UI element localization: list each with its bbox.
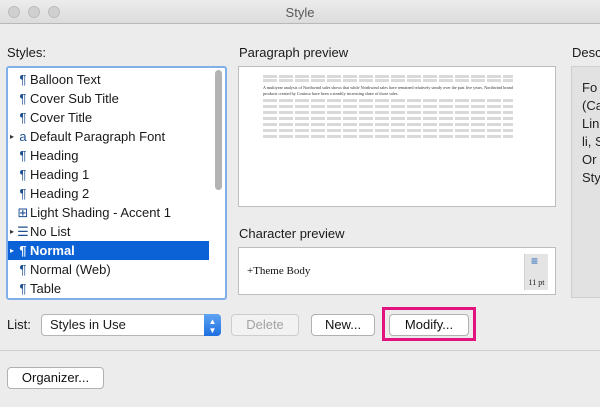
select-arrows-icon: ▲ ▼ [204, 314, 221, 336]
description-line: li, S [582, 134, 600, 149]
title-bar: Style [0, 0, 600, 24]
preview-following-paragraph-line [263, 105, 513, 108]
style-list-item-label: Normal (Web) [30, 262, 111, 277]
window-title: Style [285, 5, 315, 20]
style-dialog: Style Styles: Paragraph preview Desc ¶ Ba… [0, 0, 600, 407]
style-list-item[interactable]: ▸ ☰ No List [8, 222, 209, 241]
character-preview-label: Character preview [239, 226, 345, 241]
style-list-item[interactable]: ¶ Cover Title [8, 108, 209, 127]
preview-following-paragraph-line [263, 117, 513, 120]
description-line: Fo [582, 80, 598, 95]
preview-following-paragraph-line [263, 123, 513, 126]
style-list-item-label: Default Paragraph Font [30, 129, 166, 144]
style-list-item[interactable]: ¶ Normal (Web) [8, 260, 209, 279]
description-line: (Ca [582, 98, 600, 113]
description-line: Lin [582, 116, 600, 131]
description-label: Desc [572, 45, 600, 60]
dialog-separator [0, 350, 600, 351]
style-list-item[interactable]: ¶ Heading 2 [8, 184, 209, 203]
list-filter-value: Styles in Use [50, 317, 126, 332]
style-list-item[interactable]: ▸ a Default Paragraph Font [8, 127, 209, 146]
description-line: Or [582, 152, 597, 167]
style-list-item[interactable]: ¶ Table [8, 279, 209, 298]
style-list-item-label: Heading 1 [30, 167, 90, 182]
style-list-item[interactable]: ¶ Balloon Text [8, 70, 209, 89]
style-list-item-label: Light Shading - Accent 1 [30, 205, 171, 220]
styles-list-scrollbar[interactable] [212, 70, 224, 298]
style-list-item[interactable]: ¶ Cover Sub Title [8, 89, 209, 108]
preview-following-paragraph-line [263, 135, 513, 138]
font-info-panel: ≡ 11 pt [524, 254, 548, 290]
list-label: List: [7, 317, 31, 332]
organizer-button[interactable]: Organizer... [7, 367, 104, 389]
style-list-item-label: Balloon Text [30, 72, 101, 87]
new-button[interactable]: New... [311, 314, 375, 336]
list-filter-select[interactable]: Styles in Use ▲ ▼ [41, 314, 221, 336]
style-list-item[interactable]: ¶ Heading [8, 146, 209, 165]
description-box: Fo (Ca Lin li, S Or Sty [571, 66, 600, 298]
preview-following-paragraph-line [263, 99, 513, 102]
delete-button[interactable]: Delete [231, 314, 299, 336]
style-list-item-label: Cover Title [30, 110, 93, 125]
style-list-item[interactable]: ¶ Heading 1 [8, 165, 209, 184]
character-preview-sample-text: +Theme Body [247, 265, 311, 277]
style-list-item-label: Table [30, 281, 62, 296]
style-list-item-label: Heading [30, 148, 79, 163]
character-preview-box: +Theme Body ≡ 11 pt [238, 247, 556, 295]
scrollbar-thumb[interactable] [215, 70, 222, 190]
preview-previous-paragraph-line [263, 79, 513, 82]
preview-previous-paragraph-line [263, 75, 513, 78]
style-list-item-label: Cover Sub Title [30, 91, 119, 106]
paragraph-preview-box: A multiyear analysis of Northwind sales … [238, 66, 556, 207]
font-icon: ≡ [531, 254, 539, 268]
preview-following-paragraph-line [263, 111, 513, 114]
style-list-item-label: Normal [30, 243, 75, 258]
style-list-item-label: Heading 2 [30, 186, 90, 201]
styles-list[interactable]: ¶ Balloon Text ¶ Cover Sub Title ¶ Cover Titl… [6, 66, 227, 300]
paragraph-preview-sample-text: A multiyear analysis of Northwind sales … [263, 85, 513, 96]
style-list-item[interactable]: ▸ ¶ Normal [8, 241, 209, 260]
description-line: Sty [582, 170, 600, 185]
style-list-item-label: No List [30, 224, 71, 239]
styles-label: Styles: [7, 45, 47, 60]
preview-following-paragraph-line [263, 129, 513, 132]
font-size-readout: 11 pt [528, 278, 545, 287]
modify-button-highlight [382, 307, 476, 341]
paragraph-preview-label: Paragraph preview [239, 45, 349, 60]
style-list-item[interactable]: ⊞ Light Shading - Accent 1 [8, 203, 209, 222]
